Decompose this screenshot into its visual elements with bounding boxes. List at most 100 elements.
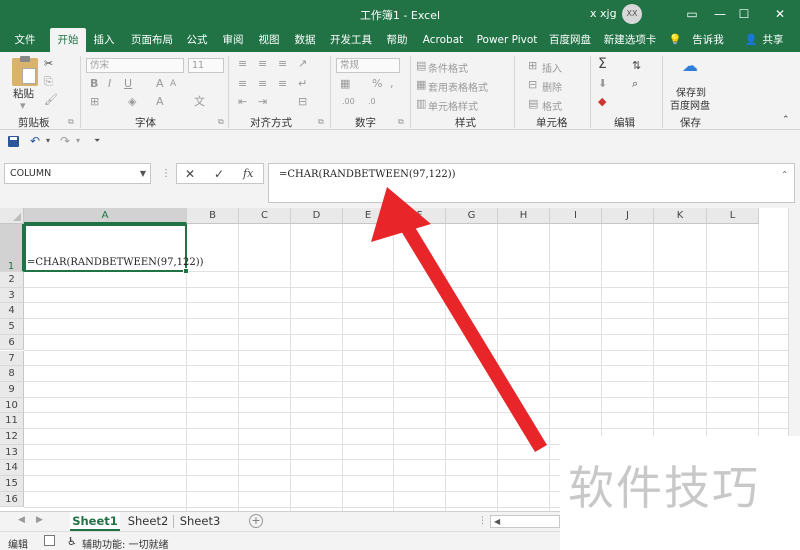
- chevron-down-icon[interactable]: ▼: [140, 164, 146, 183]
- tab-power-pivot[interactable]: Power Pivot: [474, 28, 540, 52]
- column-header-b[interactable]: B: [187, 208, 239, 224]
- collapse-ribbon-icon[interactable]: ⌃: [782, 114, 790, 126]
- minimize-button[interactable]: —: [708, 4, 732, 24]
- enter-icon[interactable]: ✓: [214, 167, 224, 181]
- column-header-a[interactable]: A: [24, 208, 187, 224]
- increase-decimal-icon[interactable]: .00: [342, 96, 355, 108]
- phonetic-icon[interactable]: 文: [194, 96, 205, 108]
- tab-file[interactable]: 文件: [6, 28, 44, 52]
- sheet-tab-sheet1[interactable]: Sheet1: [70, 512, 120, 531]
- orientation-icon[interactable]: ↗: [298, 58, 307, 70]
- tab-view[interactable]: 视图: [254, 28, 284, 52]
- restore-button[interactable]: ☐: [732, 4, 756, 24]
- accessibility-status[interactable]: 辅助功能: 一切就绪: [82, 536, 169, 550]
- column-header-f[interactable]: F: [394, 208, 446, 224]
- borders-icon[interactable]: ⊞: [90, 96, 99, 108]
- align-center-icon[interactable]: ≡: [258, 78, 267, 90]
- column-header-k[interactable]: K: [654, 208, 707, 224]
- row-header-14[interactable]: 14: [0, 460, 24, 477]
- undo-dropdown-icon[interactable]: ▾: [46, 136, 50, 145]
- save-icon[interactable]: [8, 136, 19, 147]
- close-button[interactable]: ✕: [768, 4, 792, 24]
- scroll-left-arrow-icon[interactable]: ◀: [494, 517, 500, 526]
- row-header-15[interactable]: 15: [0, 476, 24, 492]
- insert-cells-button[interactable]: 插入: [542, 60, 562, 75]
- row-header-16[interactable]: 16: [0, 491, 24, 508]
- column-header-h[interactable]: H: [498, 208, 550, 224]
- column-header-e[interactable]: E: [343, 208, 394, 224]
- row-header-2[interactable]: 2: [0, 272, 24, 288]
- scroll-left-icon[interactable]: ◀: [18, 515, 25, 525]
- redo-dropdown-icon[interactable]: ▾: [76, 136, 80, 145]
- scroll-right-icon[interactable]: ▶: [36, 515, 43, 525]
- decrease-font-icon[interactable]: A: [170, 78, 176, 90]
- row-header-7[interactable]: 7: [0, 350, 24, 367]
- tab-baidu-netdisk[interactable]: 百度网盘: [546, 28, 594, 52]
- sort-filter-icon[interactable]: ⇅: [632, 60, 641, 72]
- dialog-launcher-icon[interactable]: ⧉: [398, 116, 404, 128]
- column-header-i[interactable]: I: [550, 208, 602, 224]
- row-header-3[interactable]: 3: [0, 287, 24, 304]
- sheet-tab-sheet3[interactable]: Sheet3: [176, 512, 224, 531]
- expand-formula-bar-icon[interactable]: ⌃: [781, 170, 788, 179]
- tab-developer[interactable]: 开发工具: [326, 28, 376, 52]
- column-header-c[interactable]: C: [239, 208, 291, 224]
- fill-handle[interactable]: [183, 268, 189, 274]
- insert-function-icon[interactable]: fx: [243, 167, 253, 180]
- share-button[interactable]: 共享: [760, 28, 786, 52]
- dialog-launcher-icon[interactable]: ⧉: [68, 116, 74, 128]
- sheet-tab-sheet2[interactable]: Sheet2: [124, 512, 172, 531]
- customize-qat-icon[interactable]: ⏷: [94, 136, 100, 146]
- tell-me-search[interactable]: 告诉我: [690, 28, 726, 52]
- dialog-launcher-icon[interactable]: ⧉: [318, 116, 324, 128]
- accessibility-icon[interactable]: ♿: [67, 535, 77, 548]
- add-sheet-icon[interactable]: +: [249, 514, 263, 528]
- fill-color-icon[interactable]: ◈: [128, 96, 136, 108]
- font-name-combo[interactable]: 仿宋: [86, 58, 184, 73]
- align-right-icon[interactable]: ≡: [278, 78, 287, 90]
- macro-record-icon[interactable]: [44, 535, 55, 546]
- align-bottom-icon[interactable]: ≡: [278, 58, 287, 70]
- column-header-g[interactable]: G: [446, 208, 498, 224]
- insert-cells-icon[interactable]: ⊞: [528, 60, 537, 72]
- baidu-netdisk-icon[interactable]: ☁: [682, 58, 698, 74]
- row-header-13[interactable]: 13: [0, 444, 24, 461]
- row-header-11[interactable]: 11: [0, 413, 24, 429]
- format-as-table-button[interactable]: 套用表格格式: [428, 79, 488, 94]
- save-to-netdisk-line2[interactable]: 百度网盘: [670, 97, 710, 112]
- format-cells-icon[interactable]: ▤: [528, 98, 538, 110]
- font-size-combo[interactable]: 11: [188, 58, 224, 73]
- increase-indent-icon[interactable]: ⇥: [258, 96, 267, 108]
- clear-icon[interactable]: ◆: [598, 96, 606, 108]
- align-top-icon[interactable]: ≡: [238, 58, 247, 70]
- row-header-10[interactable]: 10: [0, 397, 24, 414]
- fill-icon[interactable]: ⬇: [598, 78, 607, 90]
- copy-icon[interactable]: ⎘: [44, 76, 53, 88]
- font-color-icon[interactable]: A: [156, 96, 164, 108]
- underline-icon[interactable]: U: [124, 78, 132, 90]
- row-header-12[interactable]: 12: [0, 429, 24, 445]
- ribbon-display-options-button[interactable]: ▭: [680, 4, 704, 24]
- italic-icon[interactable]: I: [108, 78, 111, 90]
- percent-icon[interactable]: %: [372, 78, 382, 90]
- horizontal-scrollbar[interactable]: ◀: [490, 515, 560, 528]
- tab-page-layout[interactable]: 页面布局: [128, 28, 176, 52]
- decrease-decimal-icon[interactable]: .0: [368, 96, 376, 108]
- row-header-5[interactable]: 5: [0, 319, 24, 335]
- cancel-icon[interactable]: ✕: [185, 167, 195, 181]
- decrease-indent-icon[interactable]: ⇤: [238, 96, 247, 108]
- cut-icon[interactable]: ✂: [44, 58, 53, 70]
- avatar[interactable]: XX: [622, 4, 642, 24]
- delete-cells-icon[interactable]: ⊟: [528, 79, 537, 91]
- table-format-icon[interactable]: ▦: [416, 79, 426, 91]
- person-icon[interactable]: 👤: [744, 28, 758, 52]
- wrap-text-icon[interactable]: ↵: [298, 78, 307, 90]
- tab-help[interactable]: 帮助: [382, 28, 412, 52]
- row-header-1[interactable]: 1: [0, 224, 24, 272]
- user-name[interactable]: x xjg: [590, 7, 617, 20]
- tab-formulas[interactable]: 公式: [182, 28, 212, 52]
- more-options-icon[interactable]: ⋮: [161, 168, 171, 179]
- tab-insert[interactable]: 插入: [88, 28, 120, 52]
- autosum-icon[interactable]: Σ: [598, 57, 607, 71]
- merge-center-icon[interactable]: ⊟: [298, 96, 307, 108]
